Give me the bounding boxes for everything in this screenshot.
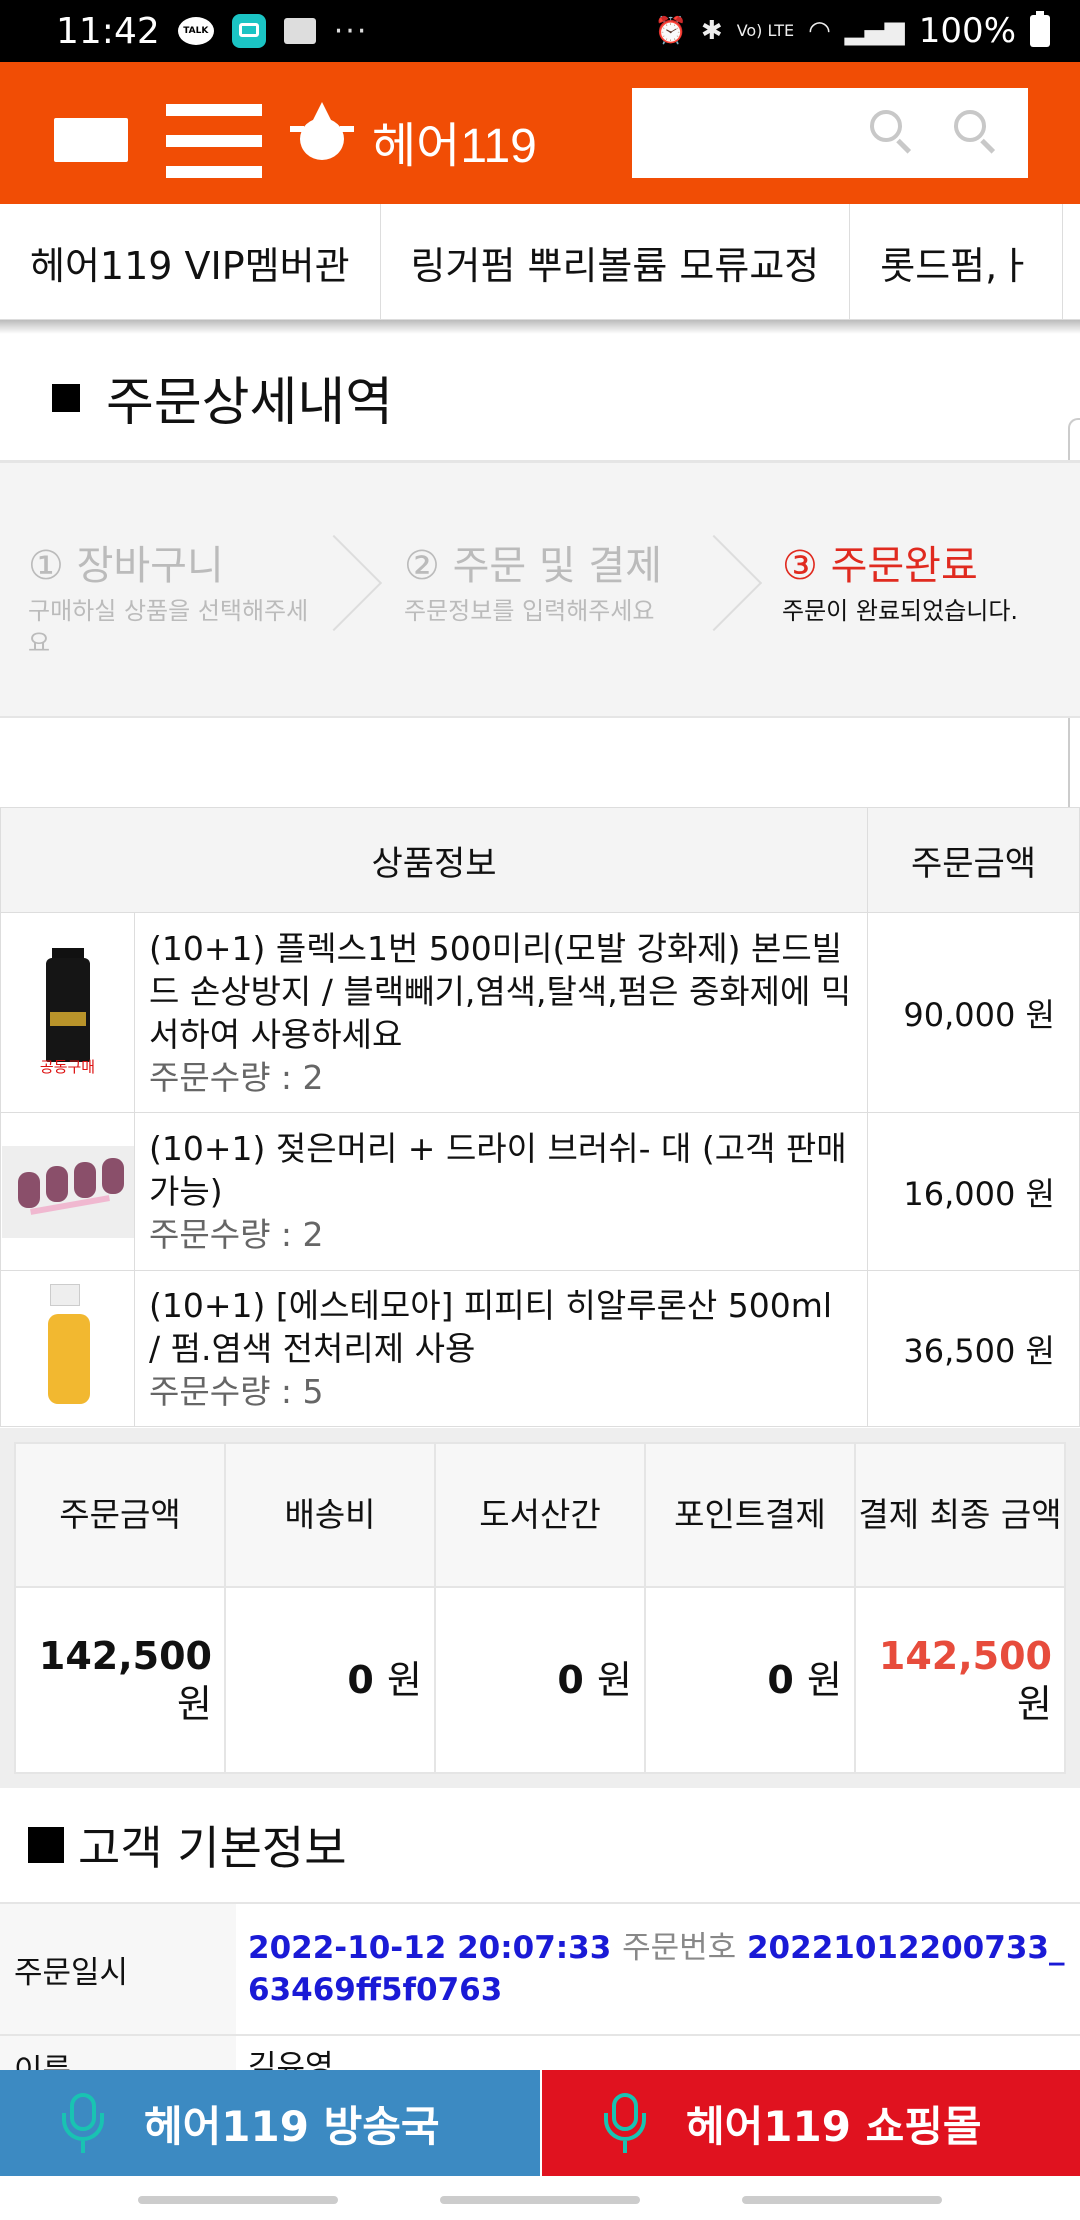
kakaotalk-icon: TALK: [177, 17, 214, 45]
product-info[interactable]: (10+1) [에스테모아] 피피티 히알루론산 500ml / 펌.염색 전처…: [134, 1270, 868, 1427]
table-row[interactable]: (10+1) 젖은머리 + 드라이 브러쉬- 대 (고객 판매 가능) 주문수량…: [0, 1112, 1080, 1271]
table-row[interactable]: 공동구매 (10+1) 플렉스1번 500미리(모발 강화제) 본드빌드 손상방…: [0, 912, 1080, 1113]
microphone-icon: [600, 2093, 650, 2153]
shopping-mall-button[interactable]: 헤어119 쇼핑몰: [540, 2070, 1080, 2176]
more-notifications-icon: ···: [333, 13, 369, 49]
order-items-table: 상품정보 주문금액 공동구매 (10+1) 플렉스1번 500미리(모발 강화제…: [0, 807, 1080, 1427]
nav-recents-button[interactable]: [138, 2196, 338, 2204]
column-header-amount: 주문금액: [867, 807, 1080, 913]
table-row: 주문일시 2022-10-12 20:07:33 주문번호 2022101220…: [0, 1902, 1080, 2036]
wifi-icon: ◠: [808, 16, 831, 46]
product-price: 16,000 원: [867, 1112, 1080, 1271]
microphone-icon: [58, 2093, 108, 2153]
order-date-cell: 2022-10-12 20:07:33 주문번호 20221012200733_…: [236, 1902, 1080, 2036]
battery-percent: 100%: [918, 11, 1016, 51]
step-complete: ③ 주문완료 주문이 완료되었습니다.: [782, 543, 1019, 625]
order-amount-value: 142,500 원: [14, 1586, 226, 1774]
page-title-text: 주문상세내역: [106, 373, 394, 433]
search-input[interactable]: [632, 88, 1028, 178]
search-icon[interactable]: [954, 110, 996, 154]
summary-header-points: 포인트결제: [644, 1442, 856, 1588]
tab-rod-perm[interactable]: 롯드펌,ㅏ: [850, 204, 1064, 319]
summary-header-row: 주문금액 배송비 도서산간 포인트결제 결제 최종 금액: [14, 1442, 1066, 1588]
divider: [0, 320, 1080, 334]
shipping-value: 0 원: [224, 1586, 436, 1774]
group-buy-label: 공동구매: [39, 1057, 96, 1076]
broadcast-button[interactable]: 헤어119 방송국: [0, 2070, 540, 2176]
step-cart: ① 장바구니 구매하실 상품을 선택해주세요: [28, 543, 309, 657]
summary-header-final: 결제 최종 금액: [854, 1442, 1066, 1588]
nav-home-button[interactable]: [440, 2196, 640, 2204]
search-icon[interactable]: [870, 110, 912, 154]
logo-icon[interactable]: [290, 100, 354, 164]
order-number-label: 주문번호: [622, 1930, 737, 1966]
order-steps: ① 장바구니 구매하실 상품을 선택해주세요 ② 주문 및 결제 주문정보를 입…: [0, 460, 1080, 718]
bluetooth-icon: ✱: [700, 16, 723, 46]
summary-header-remote-area: 도서산간: [434, 1442, 646, 1588]
bottom-action-bar: 헤어119 방송국 헤어119 쇼핑몰: [0, 2070, 1080, 2176]
product-info[interactable]: (10+1) 플렉스1번 500미리(모발 강화제) 본드빌드 손상방지 / 블…: [134, 912, 868, 1113]
logo-text[interactable]: 헤어119: [372, 106, 537, 176]
product-info[interactable]: (10+1) 젖은머리 + 드라이 브러쉬- 대 (고객 판매 가능) 주문수량…: [134, 1112, 868, 1271]
tab-ringer-perm[interactable]: 링거펌 뿌리볼륨 모류교정: [381, 204, 851, 319]
system-navigation-bar: [0, 2176, 1080, 2220]
chevron-right-icon: [690, 535, 750, 635]
product-name[interactable]: (10+1) 젖은머리 + 드라이 브러쉬- 대 (고객 판매 가능): [149, 1127, 853, 1213]
product-qty: 주문수량 : 5: [149, 1372, 324, 1411]
product-qty: 주문수량 : 2: [149, 1215, 324, 1254]
summary-header-order-amount: 주문금액: [14, 1442, 226, 1588]
product-thumbnail[interactable]: [0, 1270, 135, 1427]
final-amount-value: 142,500 원: [854, 1586, 1066, 1774]
column-header-product: 상품정보: [0, 807, 868, 913]
payment-summary: 주문금액 배송비 도서산간 포인트결제 결제 최종 금액 142,500 원 0 …: [0, 1428, 1080, 1788]
folder-icon: [283, 18, 316, 44]
app-notification-icon: [231, 14, 266, 48]
table-header-row: 상품정보 주문금액: [0, 807, 1080, 913]
summary-header-shipping: 배송비: [224, 1442, 436, 1588]
alarm-icon: ⏰: [654, 16, 687, 46]
bullet-square-icon: [52, 383, 80, 412]
tab-vip[interactable]: 헤어119 VIP멤버관: [0, 204, 381, 319]
bullet-square-icon: [28, 1827, 64, 1863]
product-thumbnail[interactable]: [0, 1112, 135, 1271]
category-tabs: 헤어119 VIP멤버관 링거펌 뿌리볼륨 모류교정 롯드펌,ㅏ: [0, 204, 1080, 320]
points-value: 0 원: [644, 1586, 856, 1774]
page-title: 주문상세내역: [52, 360, 393, 435]
order-date-label: 주문일시: [0, 1902, 236, 2036]
product-qty: 주문수량 : 2: [149, 1057, 324, 1097]
product-name[interactable]: (10+1) 플렉스1번 500미리(모발 강화제) 본드빌드 손상방지 / 블…: [149, 927, 853, 1056]
customer-section-title: 고객 기본정보: [28, 1812, 347, 1878]
remote-area-value: 0 원: [434, 1586, 646, 1774]
mail-icon[interactable]: [54, 118, 128, 162]
nav-back-button[interactable]: [742, 2196, 942, 2204]
product-price: 90,000 원: [867, 912, 1080, 1113]
step-payment: ② 주문 및 결제 주문정보를 입력해주세요: [404, 543, 663, 625]
table-row[interactable]: (10+1) [에스테모아] 피피티 히알루론산 500ml / 펌.염색 전처…: [0, 1270, 1080, 1427]
battery-icon: [1030, 11, 1050, 47]
order-date-value: 2022-10-12 20:07:33: [248, 1930, 612, 1966]
summary-value-row: 142,500 원 0 원 0 원 0 원 142,500 원: [14, 1586, 1066, 1774]
product-thumbnail[interactable]: 공동구매: [0, 912, 135, 1113]
status-time: 11:42: [56, 10, 160, 52]
product-price: 36,500 원: [867, 1270, 1080, 1427]
app-header: 헤어119: [0, 62, 1080, 204]
hamburger-menu-icon[interactable]: [166, 104, 262, 178]
signal-icon: ▂▄▆: [844, 16, 905, 46]
summary-table: 주문금액 배송비 도서산간 포인트결제 결제 최종 금액 142,500 원 0 …: [14, 1442, 1066, 1774]
product-name[interactable]: (10+1) [에스테모아] 피피티 히알루론산 500ml / 펌.염색 전처…: [149, 1284, 853, 1370]
volte-icon: Vo) LTE: [736, 21, 795, 40]
status-bar: 11:42 TALK ··· ⏰ ✱ Vo) LTE ◠ ▂▄▆ 100%: [0, 0, 1080, 62]
chevron-right-icon: [310, 535, 370, 635]
